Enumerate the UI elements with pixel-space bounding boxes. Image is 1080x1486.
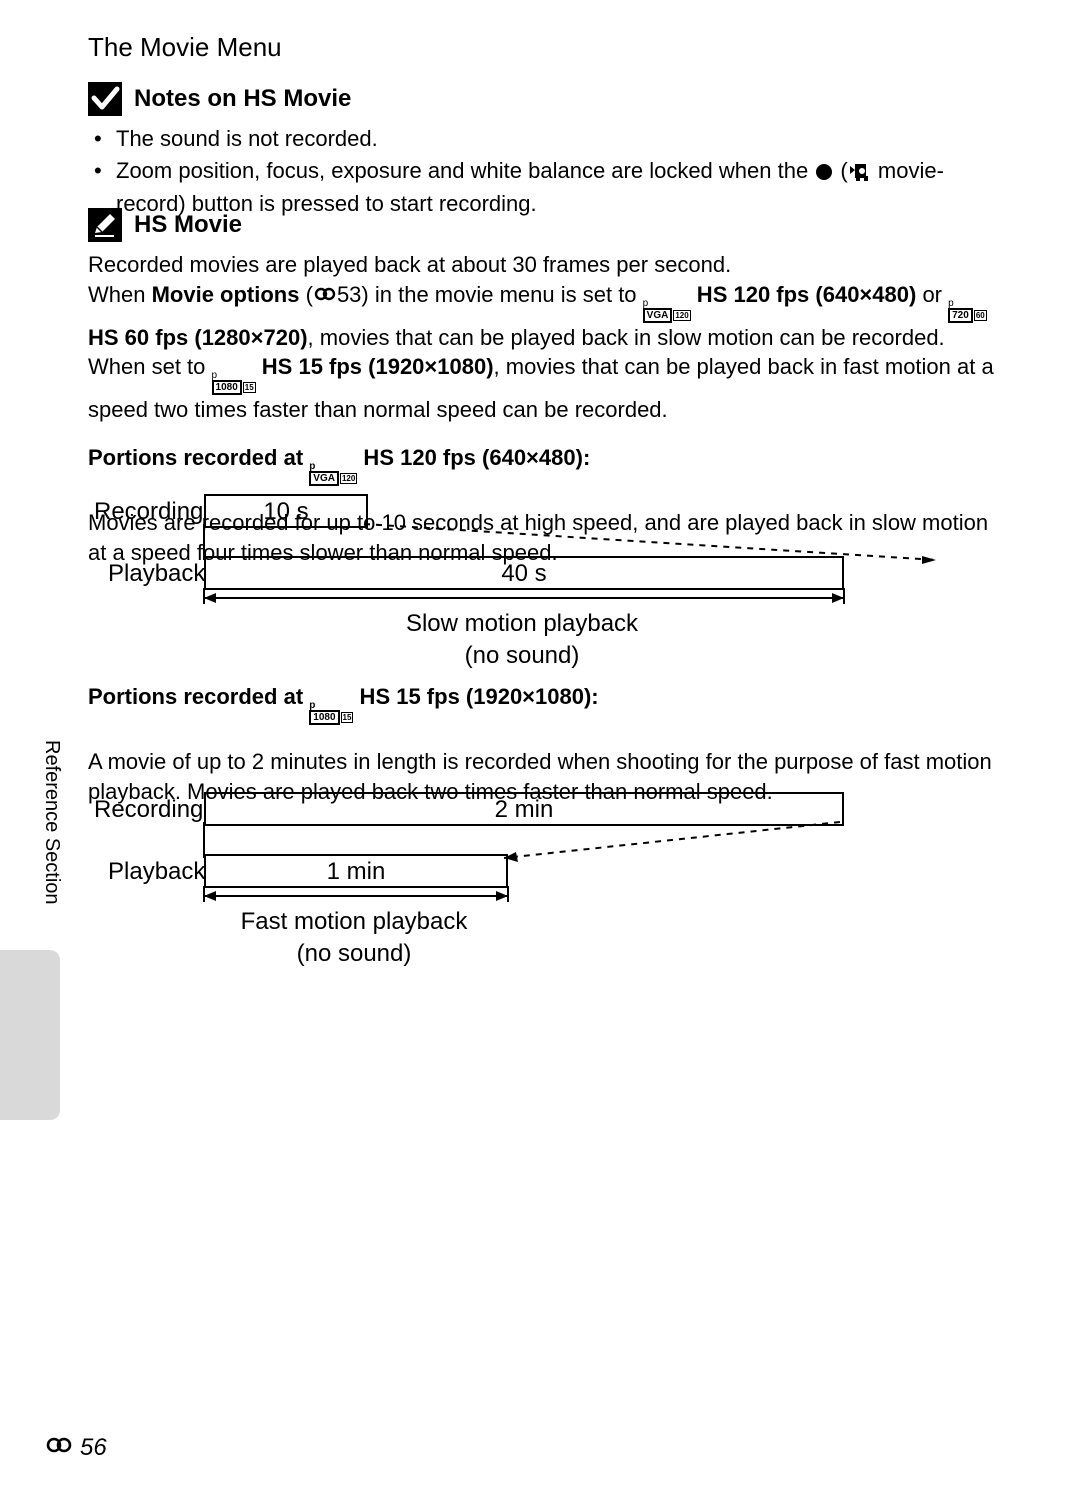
text-run: , movies that can be played back in slow… <box>308 325 945 350</box>
text-run: ) in the movie menu is set to <box>361 282 642 307</box>
caption-line: (no sound) <box>204 938 504 970</box>
dot-icon <box>814 160 834 190</box>
sidebar-label: Reference Section <box>38 740 65 905</box>
list-item-text: The sound is not recorded. <box>116 126 378 151</box>
bold-option: HS 60 fps (1280×720) <box>88 325 308 350</box>
diagram-fast-motion: Recording 2 min Playback 1 min Fast moti… <box>88 794 936 964</box>
recording-bar: 10 s <box>204 494 368 528</box>
text-run: HS 120 fps (640×480): <box>357 445 590 470</box>
text-run: ( <box>299 282 312 307</box>
text-run: Portions recorded at <box>88 445 309 470</box>
page-footer: 56 <box>44 1432 107 1464</box>
section-notes-on-hs-movie: Notes on HS Movie The sound is not recor… <box>88 82 1000 221</box>
bullet-list: The sound is not recorded. Zoom position… <box>88 124 1000 219</box>
mode-icon-720-60: p72060 <box>948 300 987 323</box>
paragraph: Recorded movies are played back at about… <box>88 250 1000 280</box>
caption-line: (no sound) <box>204 640 840 672</box>
page-number: 56 <box>80 1432 107 1464</box>
paragraph: When Movie options (53) in the movie men… <box>88 280 1000 353</box>
label-recording: Recording <box>94 496 203 528</box>
label-playback: Playback <box>108 856 205 888</box>
caption-line: Slow motion playback <box>204 608 840 640</box>
text-run: or <box>916 282 948 307</box>
movie-record-icon <box>848 160 872 190</box>
section-heading: Notes on HS Movie <box>134 83 351 115</box>
recording-time: 10 s <box>263 498 308 525</box>
playback-time: 1 min <box>327 858 386 885</box>
playback-time: 40 s <box>501 560 546 587</box>
subheading: Portions recorded at pVGA120 HS 120 fps … <box>88 443 1000 486</box>
list-item-text: Zoom position, focus, exposure and white… <box>116 158 814 183</box>
paragraph: When set to p108015 HS 15 fps (1920×1080… <box>88 352 1000 425</box>
playback-bar: 1 min <box>204 854 508 888</box>
text-run: When set to <box>88 354 212 379</box>
mode-icon-vga-120: pVGA120 <box>643 300 691 323</box>
subheading: Portions recorded at p108015 HS 15 fps (… <box>88 682 1000 725</box>
page-title: The Movie Menu <box>88 30 282 65</box>
sidebar-tab <box>0 950 60 1120</box>
list-item: The sound is not recorded. <box>88 124 1000 154</box>
xref-number: 53 <box>337 282 361 307</box>
pencil-icon <box>88 208 122 242</box>
double-arrow-icon <box>200 886 512 906</box>
recording-time: 2 min <box>495 796 554 823</box>
diagram-caption: Fast motion playback (no sound) <box>204 906 504 971</box>
bold-term: Movie options <box>152 282 300 307</box>
caption-line: Fast motion playback <box>204 906 504 938</box>
bold-option: HS 15 fps (1920×1080) <box>256 354 494 379</box>
text-run: When <box>88 282 152 307</box>
playback-bar: 40 s <box>204 556 844 590</box>
bold-option: HS 120 fps (640×480) <box>691 282 917 307</box>
double-arrow-icon <box>200 588 848 608</box>
recording-bar: 2 min <box>204 792 844 826</box>
section-heading: HS Movie <box>134 209 242 241</box>
section-hs-15fps: Portions recorded at p108015 HS 15 fps (… <box>88 682 1000 806</box>
link-icon <box>313 280 337 310</box>
label-playback: Playback <box>108 558 205 590</box>
diagram-slow-motion: Recording 10 s Playback 40 s Slow motion… <box>88 496 936 666</box>
mode-icon-1080-15: p108015 <box>309 702 353 725</box>
mode-icon-1080-15: p108015 <box>212 372 256 395</box>
text-run: Portions recorded at <box>88 684 309 709</box>
text-run: HS 15 fps (1920×1080): <box>353 684 598 709</box>
diagram-caption: Slow motion playback (no sound) <box>204 608 840 673</box>
checkmark-icon <box>88 82 122 116</box>
label-recording: Recording <box>94 794 203 826</box>
link-icon <box>44 1432 74 1464</box>
mode-icon-vga-120: pVGA120 <box>309 463 357 486</box>
